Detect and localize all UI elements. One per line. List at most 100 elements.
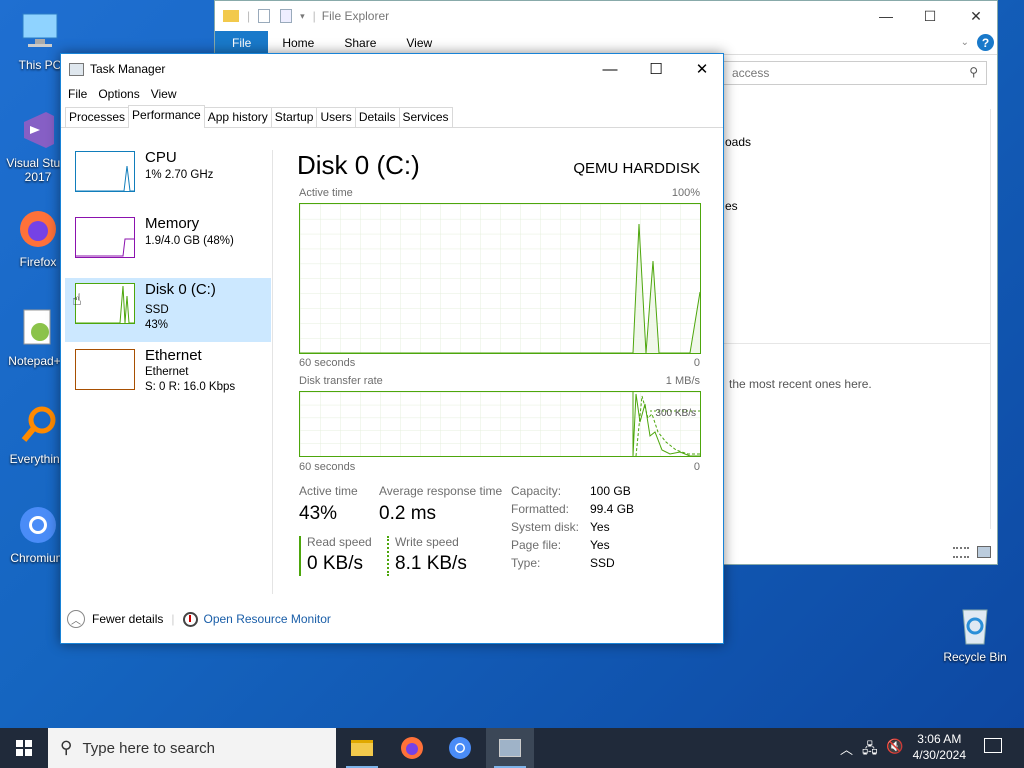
taskbar-task-manager[interactable] xyxy=(486,728,534,768)
search-placeholder: access xyxy=(732,66,770,80)
task-manager-icon xyxy=(69,62,84,76)
tab-services[interactable]: Services xyxy=(398,107,453,127)
quick-access-item[interactable]: oads xyxy=(725,135,751,149)
mouse-cursor-icon: ☝ xyxy=(72,292,82,309)
ribbon-tab-home[interactable]: Home xyxy=(268,36,328,50)
graph-time: 60 seconds xyxy=(299,357,356,369)
task-manager-window[interactable]: Task Manager — ☐ ✕ File Options View Pro… xyxy=(60,53,724,644)
ribbon-tab-file[interactable]: File xyxy=(215,30,269,55)
maximize-button[interactable]: ☐ xyxy=(633,54,679,84)
graph-label: Disk transfer rate xyxy=(299,375,383,387)
taskbar-firefox[interactable] xyxy=(388,728,436,768)
sidebar-item-disk[interactable]: Disk 0 (C:) SSD 43% ☝ xyxy=(65,278,271,342)
close-button[interactable]: ✕ xyxy=(679,54,725,84)
write-speed-value: 8.1 KB/s xyxy=(395,553,467,574)
menu-view[interactable]: View xyxy=(150,87,183,101)
graph-min: 0 xyxy=(693,461,700,473)
chevron-up-icon[interactable]: ︿ xyxy=(840,739,853,758)
clock-time: 3:06 AM xyxy=(917,732,962,746)
details-view-icon[interactable] xyxy=(953,547,969,558)
ribbon-tab-view[interactable]: View xyxy=(390,36,446,50)
large-icons-view-icon[interactable] xyxy=(977,546,991,558)
prop-type-label: Type: xyxy=(511,556,541,570)
ribbon-tab-share[interactable]: Share xyxy=(328,36,390,50)
performance-sidebar: CPU 1% 2.70 GHz Memory 1.9/4.0 GB (48%) … xyxy=(65,146,271,410)
ribbon-expand-icon[interactable]: ⌄ xyxy=(947,37,977,48)
start-button[interactable] xyxy=(0,728,48,768)
scrollbar[interactable] xyxy=(990,109,991,529)
notifications-icon[interactable] xyxy=(984,738,1002,753)
separator-line xyxy=(723,343,991,344)
graph-label: Active time xyxy=(299,187,353,199)
sidebar-item-ethernet[interactable]: Ethernet Ethernet S: 0 R: 16.0 Kbps xyxy=(65,344,271,408)
windows-logo-icon xyxy=(16,740,32,756)
taskbar: ⚲ Type here to search ︿ 🖧 🔇 3:06 AM 4/30… xyxy=(0,728,1024,768)
desktop-icon-label: Recycle Bin xyxy=(943,650,1007,664)
search-icon: ⚲ xyxy=(60,738,73,757)
graph-max: 100% xyxy=(671,187,700,199)
minimize-button[interactable]: — xyxy=(587,54,633,84)
open-resource-monitor-link[interactable]: Open Resource Monitor xyxy=(204,612,331,626)
menu-options[interactable]: Options xyxy=(97,87,145,101)
firefox-icon xyxy=(401,737,423,759)
clock[interactable]: 3:06 AM 4/30/2024 xyxy=(913,731,966,763)
close-button[interactable]: ✕ xyxy=(953,1,999,31)
sidebar-item-label: Disk 0 (C:) xyxy=(145,281,216,298)
sidebar-item-sub: Ethernet xyxy=(145,366,189,378)
write-speed-label: Write speed xyxy=(395,535,459,549)
task-manager-icon xyxy=(499,739,521,757)
taskbar-file-explorer[interactable] xyxy=(338,728,386,768)
sidebar-item-label: CPU xyxy=(145,149,177,166)
menu-bar: File Options View xyxy=(61,84,723,104)
tab-startup[interactable]: Startup xyxy=(270,107,318,127)
memory-mini-graph xyxy=(75,217,135,258)
active-time-value: 43% xyxy=(299,503,338,524)
chromium-icon xyxy=(16,503,60,547)
sidebar-item-sub2: 43% xyxy=(145,319,169,331)
footer: ︿ Fewer details | Open Resource Monitor xyxy=(67,610,331,628)
sidebar-item-cpu[interactable]: CPU 1% 2.70 GHz xyxy=(65,146,271,210)
maximize-button[interactable]: ☐ xyxy=(907,1,953,31)
prop-capacity-label: Capacity: xyxy=(511,484,562,498)
help-icon[interactable]: ? xyxy=(977,34,994,51)
tab-users[interactable]: Users xyxy=(316,107,356,127)
folder-icon xyxy=(223,10,239,22)
network-icon[interactable]: 🖧 xyxy=(862,738,878,762)
prop-formatted-value: 99.4 GB xyxy=(590,502,635,516)
ribbon-tabs: File Home Share View ⌄ ? xyxy=(215,30,997,55)
read-speed-label: Read speed xyxy=(307,535,372,549)
avg-response-value: 0.2 ms xyxy=(379,503,437,524)
page-title: Disk 0 (C:) xyxy=(297,150,420,180)
tab-performance[interactable]: Performance xyxy=(128,105,205,128)
taskbar-search-box[interactable]: ⚲ Type here to search xyxy=(48,728,336,768)
transfer-rate-marker: 300 KB/s xyxy=(655,408,696,419)
sidebar-item-memory[interactable]: Memory 1.9/4.0 GB (48%) xyxy=(65,212,271,276)
sidebar-item-label: Memory xyxy=(145,215,200,232)
prop-system-disk-value: Yes xyxy=(590,520,610,534)
search-input[interactable]: access ⚲ xyxy=(723,61,987,85)
taskbar-chromium[interactable] xyxy=(436,728,484,768)
menu-file[interactable]: File xyxy=(67,87,93,101)
tab-processes[interactable]: Processes xyxy=(65,107,130,127)
tab-strip: Processes Performance App history Startu… xyxy=(61,104,723,128)
new-folder-icon[interactable] xyxy=(280,9,293,23)
chevron-up-icon[interactable]: ︿ xyxy=(67,610,85,628)
computer-icon xyxy=(18,10,62,54)
prop-system-disk-label: System disk: xyxy=(511,520,580,534)
qat-dropdown-icon[interactable]: ▾ xyxy=(300,11,305,22)
minimize-button[interactable]: — xyxy=(863,1,909,31)
fewer-details-link[interactable]: Fewer details xyxy=(92,612,163,626)
prop-page-file-value: Yes xyxy=(590,538,610,552)
quick-access-item[interactable]: es xyxy=(725,199,738,213)
search-icon: ⚲ xyxy=(969,65,978,79)
tab-details[interactable]: Details xyxy=(354,107,400,127)
sidebar-item-sub: SSD xyxy=(145,304,169,316)
volume-muted-icon[interactable]: 🔇 xyxy=(886,738,903,755)
window-title: File Explorer xyxy=(321,9,390,23)
sidebar-divider xyxy=(272,150,273,594)
tab-app-history[interactable]: App history xyxy=(203,107,272,127)
desktop-icon-recycle-bin[interactable]: Recycle Bin xyxy=(937,602,1013,664)
read-speed-indicator xyxy=(299,536,301,576)
sidebar-item-label: Ethernet xyxy=(145,347,202,364)
properties-icon[interactable] xyxy=(258,9,271,23)
